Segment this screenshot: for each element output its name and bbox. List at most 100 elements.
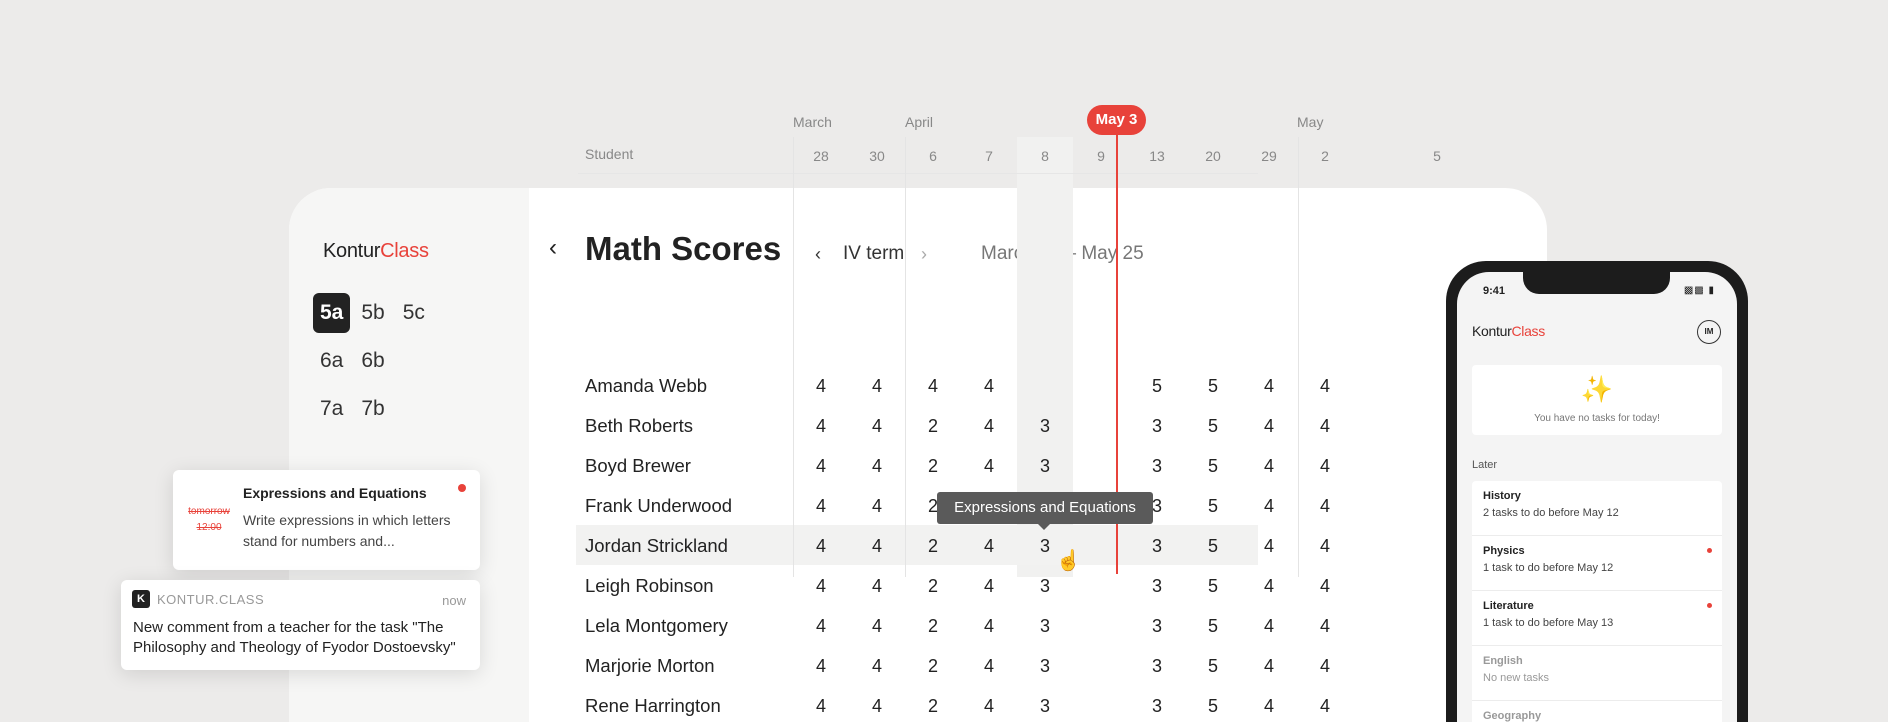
score-cell[interactable]: 5 (1185, 376, 1241, 397)
score-cell[interactable]: 4 (849, 656, 905, 677)
date-column-header[interactable]: 2 (1297, 148, 1353, 164)
score-cell[interactable]: 4 (1297, 496, 1353, 517)
score-cell[interactable]: 3 (1129, 576, 1185, 597)
score-cell[interactable]: 4 (849, 616, 905, 637)
date-column-header[interactable]: 6 (905, 148, 961, 164)
date-column-header[interactable]: 30 (849, 148, 905, 164)
student-name[interactable]: Jordan Strickland (585, 535, 728, 557)
task-notification[interactable]: tomorrow 12:00 Expressions and Equations … (173, 470, 480, 570)
score-cell[interactable]: 4 (961, 696, 1017, 717)
score-cell[interactable]: 4 (793, 376, 849, 397)
score-cell[interactable]: 4 (1241, 616, 1297, 637)
score-cell[interactable]: 4 (793, 576, 849, 597)
score-cell[interactable]: 3 (1017, 456, 1073, 477)
score-cell[interactable]: 4 (793, 496, 849, 517)
score-cell[interactable]: 3 (1129, 696, 1185, 717)
score-cell[interactable]: 4 (849, 496, 905, 517)
score-cell[interactable]: 4 (849, 576, 905, 597)
score-cell[interactable]: 3 (1129, 456, 1185, 477)
score-cell[interactable]: 5 (1185, 696, 1241, 717)
score-cell[interactable]: 2 (905, 536, 961, 557)
score-cell[interactable]: 4 (1297, 696, 1353, 717)
score-cell[interactable]: 5 (1185, 416, 1241, 437)
score-cell[interactable]: 4 (793, 416, 849, 437)
score-cell[interactable]: 5 (1185, 456, 1241, 477)
score-cell[interactable]: 4 (793, 616, 849, 637)
score-cell[interactable]: 4 (1297, 416, 1353, 437)
student-name[interactable]: Frank Underwood (585, 495, 732, 517)
score-cell[interactable]: 4 (961, 616, 1017, 637)
score-cell[interactable]: 4 (1297, 376, 1353, 397)
score-cell[interactable]: 4 (1297, 656, 1353, 677)
date-column-header[interactable]: 7 (961, 148, 1017, 164)
task-list-item[interactable]: Physics 1 task to do before May 12 (1472, 536, 1722, 591)
score-cell[interactable]: 4 (961, 536, 1017, 557)
score-cell[interactable]: 3 (1129, 616, 1185, 637)
task-list-item[interactable]: History 2 tasks to do before May 12 (1472, 481, 1722, 536)
score-cell[interactable]: 5 (1185, 656, 1241, 677)
score-cell[interactable]: 3 (1017, 656, 1073, 677)
score-cell[interactable]: 4 (849, 456, 905, 477)
score-cell[interactable]: 4 (793, 536, 849, 557)
score-cell[interactable]: 2 (905, 696, 961, 717)
score-cell[interactable]: 4 (1241, 416, 1297, 437)
score-cell[interactable]: 5 (1185, 536, 1241, 557)
score-cell[interactable]: 4 (1241, 536, 1297, 557)
score-cell[interactable]: 4 (849, 376, 905, 397)
date-column-header[interactable]: 29 (1241, 148, 1297, 164)
student-name[interactable]: Marjorie Morton (585, 655, 715, 677)
date-column-header[interactable]: 20 (1185, 148, 1241, 164)
date-column-header[interactable]: 9 (1073, 148, 1129, 164)
task-list-item[interactable]: Literature 1 task to do before May 13 (1472, 591, 1722, 646)
student-name[interactable]: Amanda Webb (585, 375, 707, 397)
score-cell[interactable]: 4 (1297, 576, 1353, 597)
date-column-header[interactable]: 5 (1409, 148, 1465, 164)
score-cell[interactable]: 4 (961, 576, 1017, 597)
score-cell[interactable]: 4 (905, 376, 961, 397)
student-name[interactable]: Boyd Brewer (585, 455, 691, 477)
score-cell[interactable]: 4 (849, 536, 905, 557)
score-cell[interactable]: 4 (793, 696, 849, 717)
score-cell[interactable]: 4 (793, 456, 849, 477)
score-cell[interactable]: 4 (961, 456, 1017, 477)
student-name[interactable]: Beth Roberts (585, 415, 693, 437)
comment-notification[interactable]: K KONTUR.CLASS now New comment from a te… (121, 580, 480, 670)
score-cell[interactable]: 4 (849, 416, 905, 437)
score-cell[interactable]: 4 (1297, 456, 1353, 477)
score-cell[interactable]: 3 (1017, 696, 1073, 717)
score-cell[interactable]: 2 (905, 616, 961, 637)
score-cell[interactable]: 4 (793, 656, 849, 677)
score-cell[interactable]: 5 (1185, 496, 1241, 517)
score-cell[interactable]: 4 (1297, 536, 1353, 557)
student-name[interactable]: Lela Montgomery (585, 615, 728, 637)
score-cell[interactable]: 2 (905, 456, 961, 477)
score-cell[interactable]: 4 (849, 696, 905, 717)
score-cell[interactable]: 3 (1017, 416, 1073, 437)
score-cell[interactable]: 4 (1297, 616, 1353, 637)
score-cell[interactable]: 5 (1185, 616, 1241, 637)
task-list-item[interactable]: English No new tasks (1472, 646, 1722, 701)
score-cell[interactable]: 2 (905, 656, 961, 677)
score-cell[interactable]: 4 (1241, 456, 1297, 477)
score-cell[interactable]: 3 (1129, 416, 1185, 437)
score-cell[interactable]: 2 (905, 416, 961, 437)
score-cell[interactable]: 4 (1241, 656, 1297, 677)
score-cell[interactable]: 4 (1241, 696, 1297, 717)
score-cell[interactable]: 4 (961, 376, 1017, 397)
avatar[interactable]: IM (1697, 320, 1721, 344)
score-cell[interactable]: 4 (1241, 576, 1297, 597)
score-cell[interactable]: 5 (1129, 376, 1185, 397)
score-cell[interactable]: 3 (1017, 616, 1073, 637)
score-cell[interactable]: 4 (1241, 496, 1297, 517)
student-name[interactable]: Leigh Robinson (585, 575, 714, 597)
student-name[interactable]: Rene Harrington (585, 695, 721, 717)
score-cell[interactable]: 4 (961, 656, 1017, 677)
score-cell[interactable]: 4 (1241, 376, 1297, 397)
date-column-header[interactable]: 8 (1017, 148, 1073, 164)
date-column-header[interactable]: 28 (793, 148, 849, 164)
score-cell[interactable]: 3 (1129, 536, 1185, 557)
score-cell[interactable]: 4 (961, 416, 1017, 437)
date-column-header[interactable]: 13 (1129, 148, 1185, 164)
score-cell[interactable]: 2 (905, 576, 961, 597)
task-list-item[interactable]: Geography (1472, 701, 1722, 722)
